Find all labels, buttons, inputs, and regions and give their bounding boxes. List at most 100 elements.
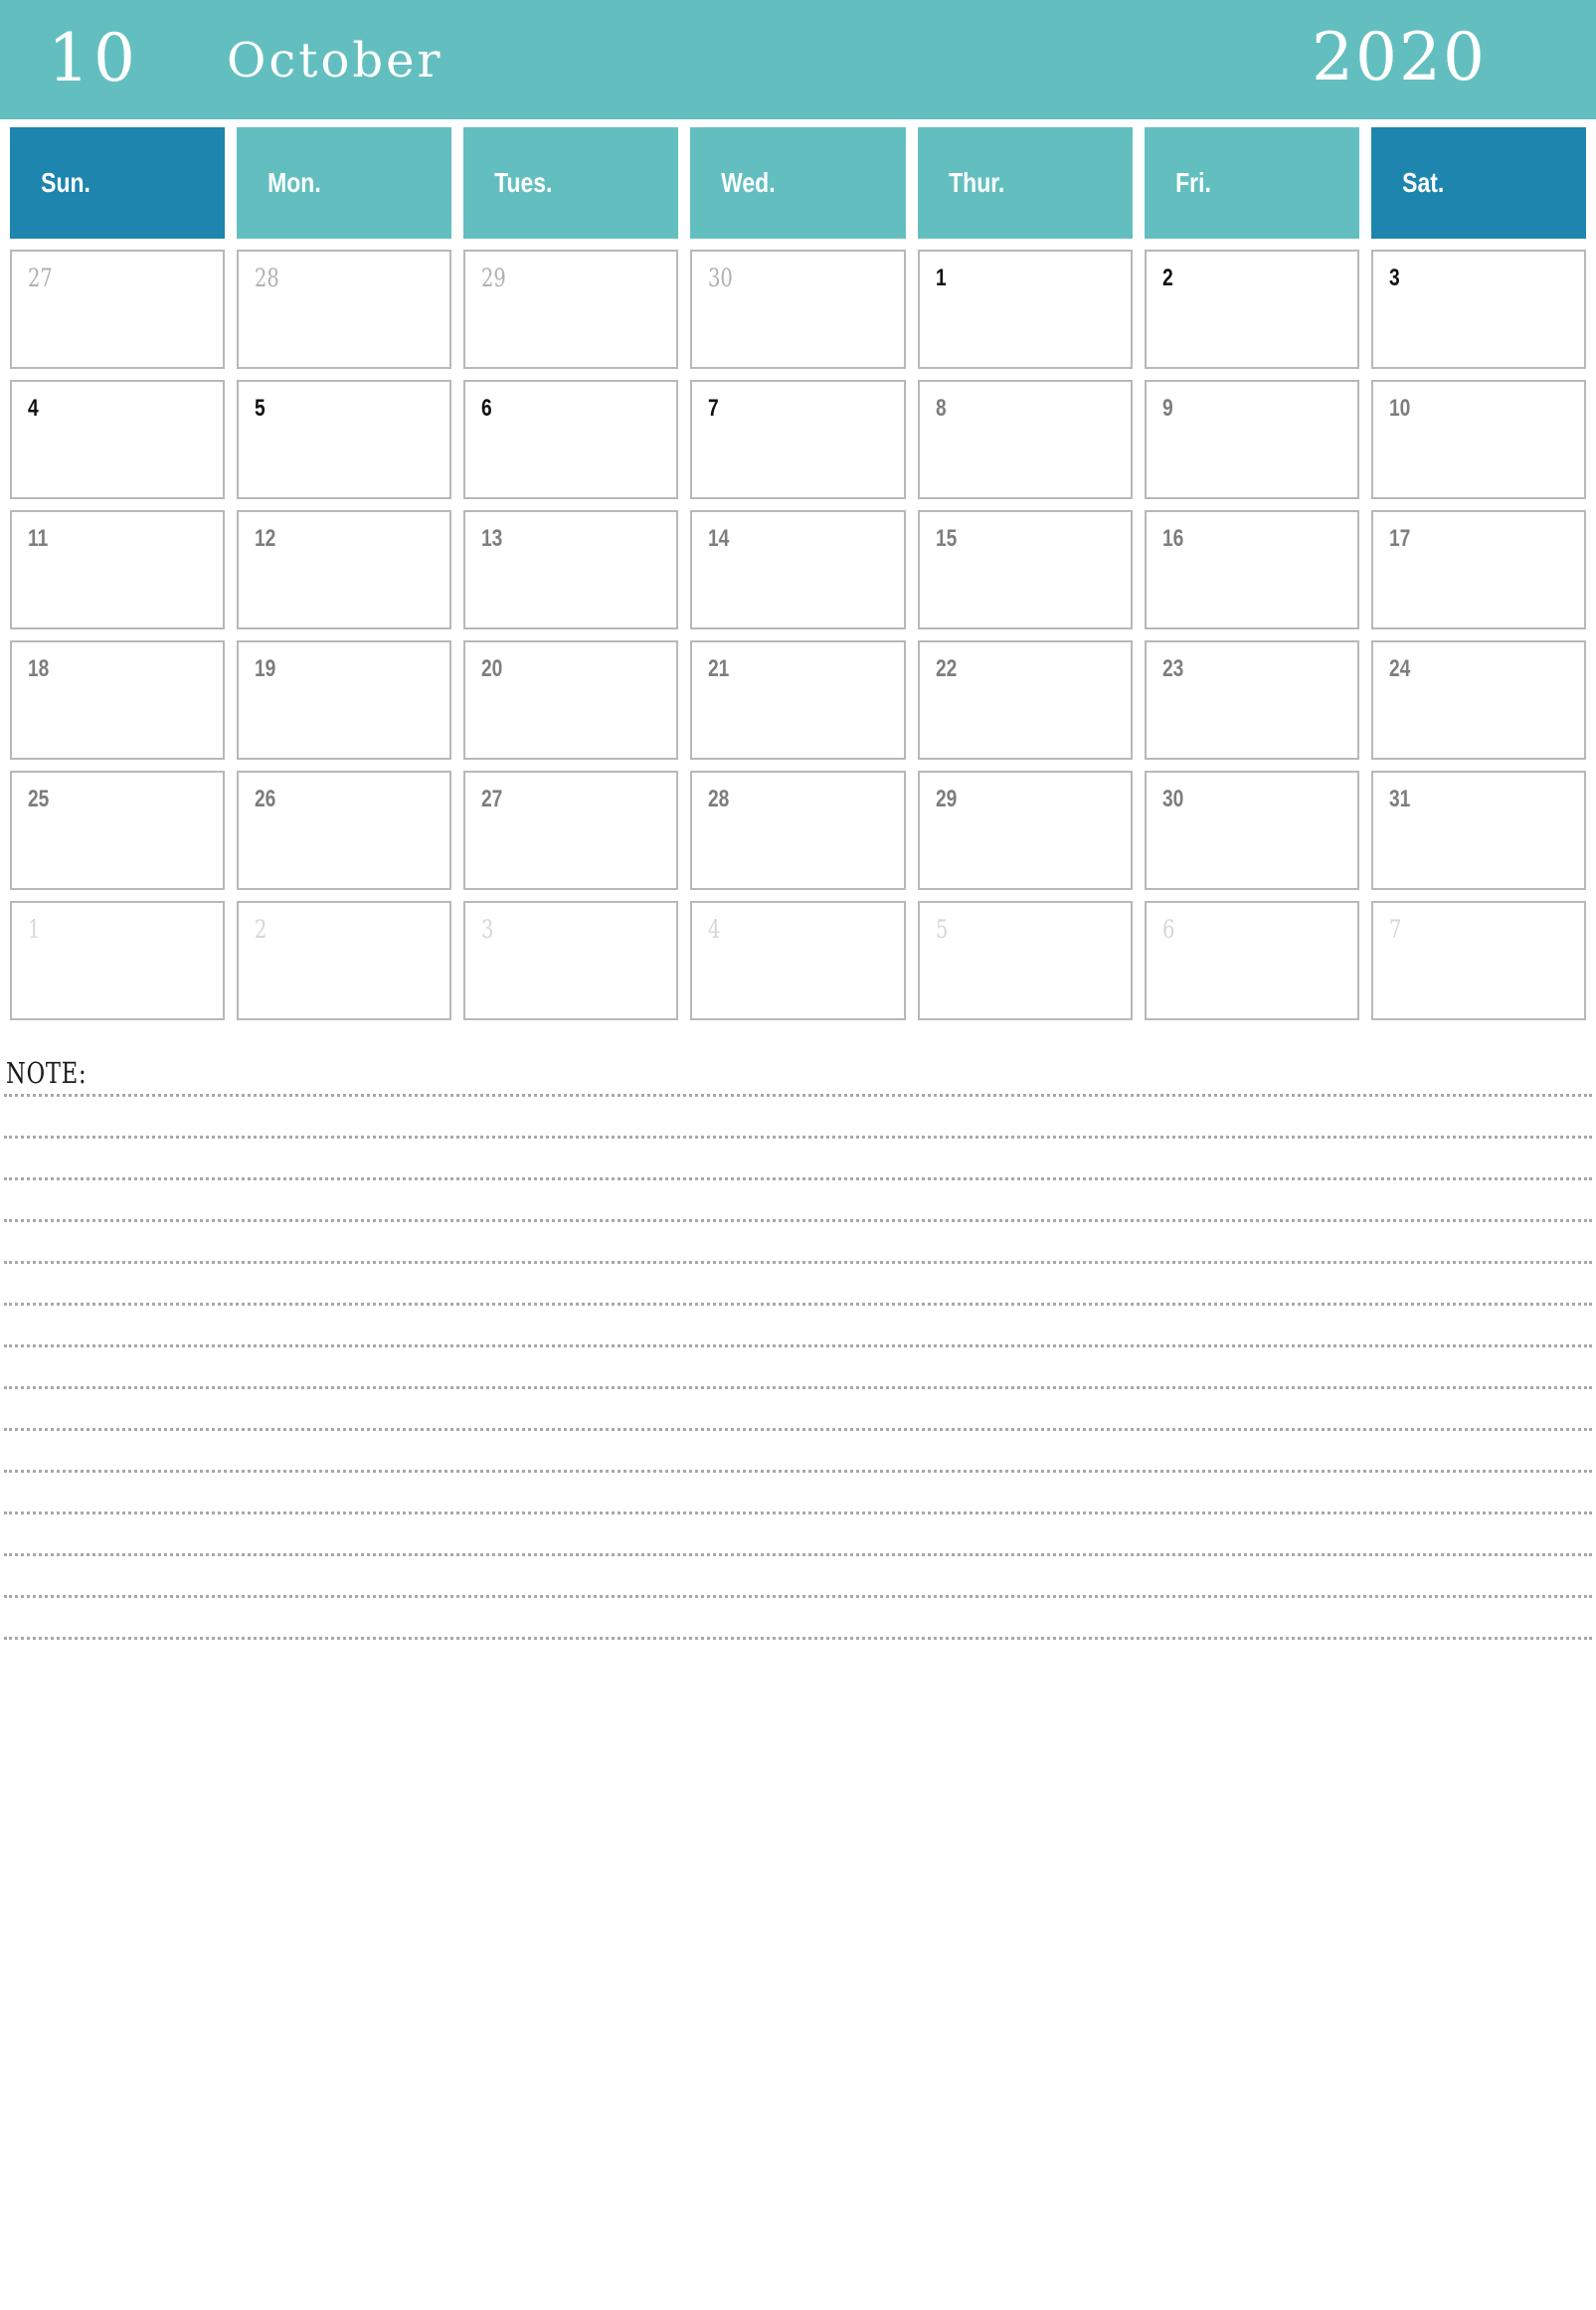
- day-cell[interactable]: 14: [690, 510, 906, 629]
- day-cell[interactable]: 6: [1144, 901, 1359, 1020]
- day-cell[interactable]: 4: [690, 901, 906, 1020]
- calendar-grid: Sun. Mon. Tues. Wed. Thur. Fri. Sat. 27 28 29 30 1…: [0, 127, 1596, 1020]
- note-rule: [4, 1344, 1592, 1347]
- day-cell[interactable]: 3: [463, 901, 679, 1020]
- weekday-label: Wed.: [721, 167, 777, 198]
- note-line-row[interactable]: [4, 1637, 1592, 1679]
- day-number: 3: [481, 915, 494, 944]
- day-cell[interactable]: 27: [10, 250, 226, 369]
- note-line-row[interactable]: [4, 1136, 1592, 1177]
- day-number: 29: [481, 264, 507, 292]
- day-cell[interactable]: 5: [237, 380, 452, 499]
- day-cell[interactable]: 26: [237, 771, 452, 890]
- day-cell[interactable]: 11: [10, 510, 226, 629]
- day-cell[interactable]: 8: [917, 380, 1133, 499]
- day-cell[interactable]: 23: [1144, 640, 1359, 760]
- day-number: 3: [1388, 265, 1400, 291]
- weekday-label: Thur.: [948, 167, 1004, 198]
- day-cell[interactable]: 6: [463, 380, 679, 499]
- day-cell[interactable]: 1: [917, 250, 1133, 369]
- day-number: 29: [935, 786, 957, 812]
- day-cell[interactable]: 7: [690, 380, 906, 499]
- note-rule: [4, 1637, 1592, 1640]
- day-cell[interactable]: 3: [1370, 250, 1586, 369]
- day-number: 19: [255, 655, 276, 682]
- day-cell[interactable]: 4: [10, 380, 226, 499]
- weekday-label: Sat.: [1402, 167, 1445, 198]
- day-number: 30: [1161, 786, 1184, 812]
- day-number: 16: [1161, 525, 1184, 552]
- day-cell[interactable]: 31: [1370, 771, 1586, 890]
- note-line-row[interactable]: [4, 1094, 1592, 1136]
- day-number: 10: [1388, 395, 1411, 422]
- day-cell[interactable]: 24: [1370, 640, 1586, 760]
- day-number: 8: [935, 395, 947, 422]
- day-number: 5: [935, 915, 948, 944]
- note-line-row[interactable]: [4, 1303, 1592, 1344]
- day-cell[interactable]: 19: [237, 640, 452, 760]
- day-cell[interactable]: 15: [917, 510, 1133, 629]
- note-section: NOTE:: [0, 1056, 1596, 1679]
- note-lines[interactable]: [4, 1094, 1592, 1679]
- day-cell[interactable]: 29: [463, 250, 679, 369]
- note-rule: [4, 1261, 1592, 1264]
- note-line-row[interactable]: [4, 1511, 1592, 1553]
- day-cell[interactable]: 7: [1370, 901, 1586, 1020]
- day-cell[interactable]: 13: [463, 510, 679, 629]
- day-cell[interactable]: 1: [10, 901, 226, 1020]
- month-name: October: [227, 33, 443, 89]
- day-number: 26: [255, 786, 276, 812]
- day-cell[interactable]: 28: [690, 771, 906, 890]
- day-cell[interactable]: 29: [917, 771, 1133, 890]
- day-number: 30: [708, 264, 734, 292]
- weekday-header-row: Sun. Mon. Tues. Wed. Thur. Fri. Sat.: [0, 127, 1596, 239]
- weekday-label: Fri.: [1174, 167, 1211, 198]
- day-number: 2: [1161, 265, 1173, 291]
- day-number: 23: [1161, 655, 1184, 682]
- day-cell[interactable]: 5: [917, 901, 1133, 1020]
- day-number: 4: [708, 915, 721, 944]
- day-number: 1: [28, 915, 41, 944]
- day-cell[interactable]: 9: [1144, 380, 1359, 499]
- day-cell[interactable]: 30: [1144, 771, 1359, 890]
- day-cell[interactable]: 12: [237, 510, 452, 629]
- day-cell[interactable]: 16: [1144, 510, 1359, 629]
- month-header-banner: 10 October 2020: [0, 0, 1596, 119]
- weekday-header-tues: Tues.: [463, 127, 679, 239]
- day-cell[interactable]: 18: [10, 640, 226, 760]
- note-line-row[interactable]: [4, 1261, 1592, 1303]
- note-rule: [4, 1595, 1592, 1598]
- day-cell[interactable]: 2: [237, 901, 452, 1020]
- day-cell[interactable]: 30: [690, 250, 906, 369]
- day-cell[interactable]: 27: [463, 771, 679, 890]
- day-number: 27: [481, 786, 503, 812]
- day-number: 21: [708, 655, 730, 682]
- note-line-row[interactable]: [4, 1219, 1592, 1261]
- day-cell[interactable]: 22: [917, 640, 1133, 760]
- note-line-row[interactable]: [4, 1177, 1592, 1219]
- day-cell[interactable]: 21: [690, 640, 906, 760]
- day-number: 20: [481, 655, 503, 682]
- day-cell[interactable]: 25: [10, 771, 226, 890]
- note-rule: [4, 1470, 1592, 1473]
- day-cell[interactable]: 20: [463, 640, 679, 760]
- note-line-row[interactable]: [4, 1470, 1592, 1511]
- day-number: 13: [481, 525, 503, 552]
- note-line-row[interactable]: [4, 1386, 1592, 1428]
- calendar-week-row: 27 28 29 30 1 2 3: [0, 250, 1596, 369]
- note-rule: [4, 1303, 1592, 1306]
- note-rule: [4, 1094, 1592, 1097]
- note-line-row[interactable]: [4, 1344, 1592, 1386]
- weekday-header-thur: Thur.: [917, 127, 1133, 239]
- note-line-row[interactable]: [4, 1553, 1592, 1595]
- day-number: 27: [28, 264, 53, 292]
- note-line-row[interactable]: [4, 1595, 1592, 1637]
- day-cell[interactable]: 17: [1370, 510, 1586, 629]
- note-line-row[interactable]: [4, 1428, 1592, 1470]
- weekday-header-mon: Mon.: [237, 127, 452, 239]
- note-rule: [4, 1428, 1592, 1431]
- weekday-label: Tues.: [494, 167, 553, 198]
- day-cell[interactable]: 10: [1370, 380, 1586, 499]
- day-cell[interactable]: 2: [1144, 250, 1359, 369]
- day-cell[interactable]: 28: [237, 250, 452, 369]
